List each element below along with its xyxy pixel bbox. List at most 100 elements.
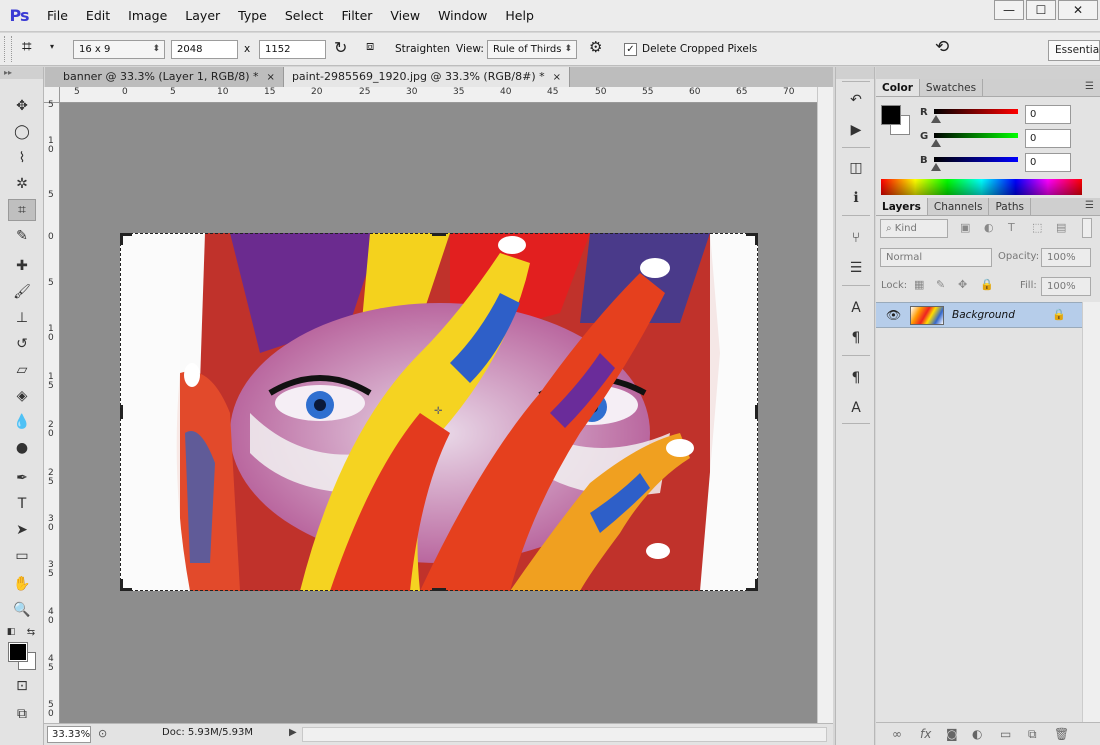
blue-thumb[interactable] — [931, 163, 941, 171]
history-panel-icon[interactable]: ↶ — [843, 89, 869, 111]
crop-handle-top-left-v[interactable] — [120, 233, 123, 245]
layers-panel-menu-icon[interactable]: ☰ — [1085, 200, 1094, 211]
brush-presets-icon[interactable]: ⑂ — [843, 227, 869, 249]
panels-grip[interactable] — [876, 67, 1100, 79]
menu-edit[interactable]: Edit — [77, 0, 119, 32]
menu-image[interactable]: Image — [119, 0, 176, 32]
actions-panel-icon[interactable]: ▶ — [843, 119, 869, 141]
delete-cropped-label[interactable]: Delete Cropped Pixels — [642, 40, 757, 59]
pen-tool-icon[interactable]: ✒ — [8, 467, 36, 489]
filter-type-icon[interactable]: T — [1008, 221, 1015, 234]
brush-tool-icon[interactable]: 🖌 — [8, 281, 36, 303]
crop-width-input[interactable]: 2048 — [171, 40, 238, 59]
eyedropper-tool-icon[interactable]: ✎ — [8, 225, 36, 247]
vertical-scrollbar[interactable] — [817, 87, 833, 723]
menu-help[interactable]: Help — [496, 0, 543, 32]
link-layers-icon[interactable]: ∞ — [892, 727, 902, 741]
tab-paths[interactable]: Paths — [989, 198, 1031, 215]
clone-stamp-tool-icon[interactable]: ⊥ — [8, 307, 36, 329]
blue-track[interactable] — [934, 157, 1018, 162]
status-menu-arrow-icon[interactable]: ▶ — [289, 727, 297, 738]
vertical-ruler[interactable]: 5 1 0 5 0 5 1 0 1 5 2 0 2 5 3 0 3 5 4 0 4 5 5 0 — [44, 101, 60, 723]
menu-file[interactable]: File — [38, 0, 77, 32]
green-track[interactable] — [934, 133, 1018, 138]
tab-color[interactable]: Color — [876, 79, 920, 96]
tab-channels[interactable]: Channels — [928, 198, 990, 215]
character-styles-icon[interactable]: A — [843, 397, 869, 419]
paint-bucket-tool-icon[interactable]: ◈ — [8, 385, 36, 407]
crop-handle-right[interactable] — [755, 405, 758, 419]
ratio-preset-select[interactable]: 16 x 9 — [73, 40, 165, 59]
info-panel-icon[interactable]: ℹ — [843, 187, 869, 209]
close-button[interactable]: ✕ — [1058, 0, 1098, 20]
foreground-color-swatch[interactable] — [8, 642, 28, 662]
adjustment-layer-icon[interactable]: ◐ — [972, 727, 982, 741]
tool-preset-chevron-down-icon[interactable]: ▾ — [50, 42, 54, 51]
eye-icon[interactable]: 👁 — [886, 308, 901, 322]
lock-all-icon[interactable]: 🔒 — [980, 278, 994, 291]
elliptical-marquee-tool-icon[interactable]: ◯ — [8, 121, 36, 143]
close-tab-icon[interactable]: × — [553, 72, 561, 83]
rectangle-tool-icon[interactable]: ▭ — [8, 545, 36, 567]
crop-handle-bottom[interactable] — [432, 588, 446, 591]
add-mask-icon[interactable]: ◙ — [946, 727, 958, 741]
layer-name[interactable]: Background — [952, 309, 1015, 321]
crop-handle-left[interactable] — [120, 405, 123, 419]
menu-select[interactable]: Select — [276, 0, 333, 32]
polygonal-lasso-tool-icon[interactable]: ⌇ — [8, 147, 36, 169]
crop-handle-bottom-left-v[interactable] — [120, 579, 123, 591]
new-group-folder-icon[interactable]: ▭ — [1000, 727, 1011, 741]
blue-slider[interactable]: B 0 — [920, 153, 1100, 175]
hand-tool-icon[interactable]: ✋ — [8, 573, 36, 595]
color-fg-swatch[interactable] — [881, 105, 901, 125]
new-layer-icon[interactable]: ⧉ — [1028, 727, 1037, 742]
tab-swatches[interactable]: Swatches — [920, 79, 984, 96]
tab-paint-image[interactable]: paint-2985569_1920.jpg @ 33.3% (RGB/8#) … — [283, 67, 571, 87]
filter-adjustment-icon[interactable]: ◐ — [984, 221, 994, 234]
blend-mode-select[interactable]: Normal — [880, 248, 992, 267]
eraser-tool-icon[interactable]: ▱ — [8, 359, 36, 381]
zoom-level-input[interactable]: 33.33% — [47, 726, 91, 743]
fill-input[interactable]: 100% — [1041, 277, 1091, 296]
crop-handle-top-right-v[interactable] — [755, 233, 758, 245]
color-spectrum-bar[interactable] — [881, 179, 1082, 195]
maximize-button[interactable]: ☐ — [1026, 0, 1056, 20]
healing-brush-tool-icon[interactable]: ✚ — [8, 255, 36, 277]
layer-filter-kind-select[interactable]: ⌕ Kind — [880, 219, 948, 238]
menu-window[interactable]: Window — [429, 0, 496, 32]
filter-shape-icon[interactable]: ⬚ — [1032, 221, 1042, 234]
character-panel-icon[interactable]: A — [843, 297, 869, 319]
crop-tool-icon[interactable]: ⌗ — [8, 199, 36, 221]
green-value-input[interactable]: 0 — [1025, 129, 1071, 148]
delete-cropped-checkbox[interactable]: ✓ — [624, 43, 637, 56]
blur-tool-icon[interactable]: 💧 — [8, 411, 36, 433]
overlay-view-select[interactable]: Rule of Thirds — [487, 40, 577, 59]
reset-icon[interactable]: ⟲ — [935, 37, 949, 57]
swap-colors-icon[interactable]: ⇆ — [24, 621, 38, 643]
straighten-icon[interactable]: ⧈ — [366, 39, 374, 54]
type-tool-icon[interactable]: T — [8, 493, 36, 515]
3d-panel-icon[interactable]: ◫ — [843, 157, 869, 179]
icon-strip-grip[interactable] — [836, 67, 874, 79]
lock-image-icon[interactable]: ✎ — [936, 278, 945, 291]
workspace-switcher[interactable]: Essentials — [1048, 40, 1100, 61]
filter-toggle-switch[interactable] — [1082, 218, 1092, 238]
crop-height-input[interactable]: 1152 — [259, 40, 326, 59]
delete-layer-trash-icon[interactable]: 🗑 — [1054, 727, 1069, 741]
filter-smart-object-icon[interactable]: ▤ — [1056, 221, 1066, 234]
green-thumb[interactable] — [931, 139, 941, 147]
paragraph-styles-icon[interactable]: ¶ — [843, 367, 869, 389]
menu-layer[interactable]: Layer — [176, 0, 229, 32]
history-brush-tool-icon[interactable]: ↺ — [8, 333, 36, 355]
menu-type[interactable]: Type — [229, 0, 276, 32]
gear-icon[interactable]: ⚙ — [589, 38, 602, 56]
default-colors-icon[interactable]: ◧ — [4, 621, 18, 643]
green-slider[interactable]: G 0 — [920, 129, 1100, 151]
path-selection-tool-icon[interactable]: ➤ — [8, 519, 36, 541]
tools-grip[interactable]: ▸▸ — [0, 67, 43, 79]
tab-layers[interactable]: Layers — [876, 198, 928, 215]
lock-position-icon[interactable]: ✥ — [958, 278, 967, 291]
move-tool-icon[interactable]: ✥ — [8, 95, 36, 117]
red-track[interactable] — [934, 109, 1018, 114]
layer-row-background[interactable]: 👁 Background 🔒 — [876, 302, 1082, 328]
